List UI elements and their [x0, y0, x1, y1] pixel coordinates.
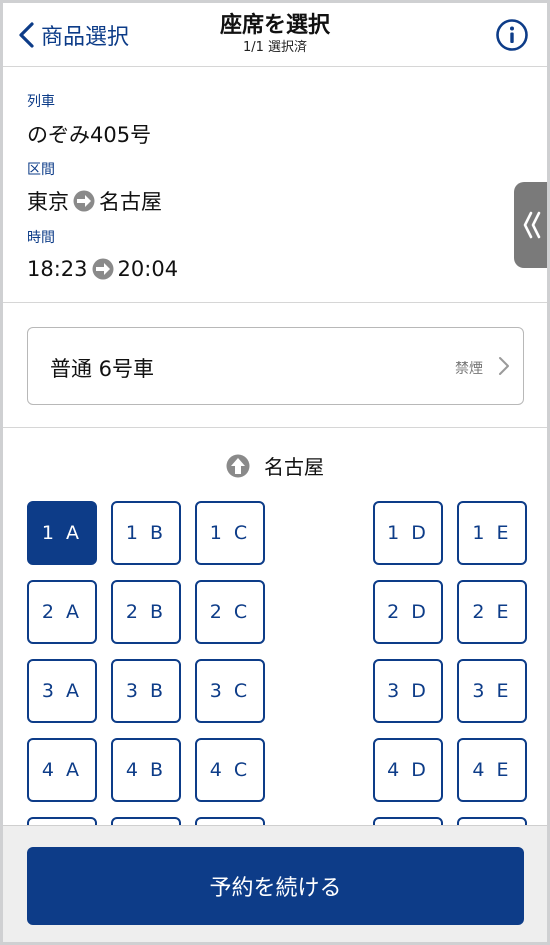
seat-button[interactable]: 4 A [27, 738, 97, 802]
seat-button-partial[interactable] [195, 817, 265, 825]
chevron-right-icon [499, 357, 509, 375]
arrow-right-circle-icon [73, 190, 95, 212]
seat-button[interactable]: 1 D [373, 501, 443, 565]
seat-button[interactable]: 1 E [457, 501, 527, 565]
seat-button[interactable]: 2 A [27, 580, 97, 644]
arrow-right-circle-icon [92, 258, 114, 280]
bottom-action-bar: 予約を続ける [3, 825, 547, 942]
destination-station: 名古屋 [99, 190, 162, 214]
seat-button[interactable]: 4 D [373, 738, 443, 802]
navigation-header: 商品選択 座席を選択 1/1 選択済 [3, 3, 547, 67]
app-screen: 商品選択 座席を選択 1/1 選択済 列車 のぞみ405号 区間 東京 名古屋 [0, 0, 550, 945]
double-chevron-left-icon [523, 211, 541, 239]
seat-button[interactable]: 3 C [195, 659, 265, 723]
origin-station: 東京 [27, 190, 69, 214]
section-value: 東京 名古屋 [27, 186, 162, 216]
side-panel-tab[interactable] [514, 182, 547, 268]
car-selector-button[interactable]: 普通 6号車 禁煙 [27, 327, 524, 405]
seat-button[interactable]: 3 E [457, 659, 527, 723]
seat-button-partial[interactable] [373, 817, 443, 825]
departure-time: 18:23 [27, 257, 88, 281]
seat-button[interactable]: 3 A [27, 659, 97, 723]
arrival-time: 20:04 [117, 257, 179, 281]
page-subtitle: 1/1 選択済 [242, 40, 308, 55]
header-title-group: 座席を選択 1/1 選択済 [153, 12, 397, 56]
time-label: 時間 [27, 230, 55, 246]
trip-info-panel: 列車 のぞみ405号 区間 東京 名古屋 時間 18:23 20:04 [3, 67, 547, 303]
car-selector-section: 普通 6号車 禁煙 [3, 304, 547, 428]
time-value: 18:23 20:04 [27, 257, 178, 281]
back-button[interactable]: 商品選択 [17, 17, 129, 53]
page-title: 座席を選択 [219, 13, 330, 38]
train-name: のぞみ405号 [27, 123, 152, 147]
section-label: 区間 [27, 162, 55, 178]
seat-button[interactable]: 3 D [373, 659, 443, 723]
arrow-up-circle-icon [226, 454, 250, 477]
chevron-left-icon [19, 22, 34, 48]
seat-button[interactable]: 1 A [27, 501, 97, 565]
info-icon[interactable] [495, 18, 529, 52]
seat-button-partial[interactable] [111, 817, 181, 825]
continue-reservation-button[interactable]: 予約を続ける [27, 847, 524, 925]
smoking-status: 禁煙 [455, 361, 483, 377]
seat-button[interactable]: 1 C [195, 501, 265, 565]
seat-button[interactable]: 1 B [111, 501, 181, 565]
car-label: 普通 6号車 [50, 357, 155, 381]
seat-button[interactable]: 4 B [111, 738, 181, 802]
travel-direction: 名古屋 [3, 451, 547, 480]
seat-button[interactable]: 4 E [457, 738, 527, 802]
seat-button[interactable]: 4 C [195, 738, 265, 802]
seat-button[interactable]: 2 D [373, 580, 443, 644]
seat-button[interactable]: 3 B [111, 659, 181, 723]
seat-button[interactable]: 2 B [111, 580, 181, 644]
seat-button[interactable]: 2 E [457, 580, 527, 644]
seat-button-partial[interactable] [27, 817, 97, 825]
seat-map: 名古屋 1 A1 B1 C 1 D1 E 2 A2 B2 C 2 D2 E 3 A3 B… [3, 429, 547, 825]
back-button-label: 商品選択 [41, 25, 130, 50]
train-value: のぞみ405号 [27, 119, 151, 149]
train-label: 列車 [27, 94, 55, 110]
direction-label: 名古屋 [264, 455, 324, 479]
seat-button[interactable]: 2 C [195, 580, 265, 644]
seat-button-partial[interactable] [457, 817, 527, 825]
